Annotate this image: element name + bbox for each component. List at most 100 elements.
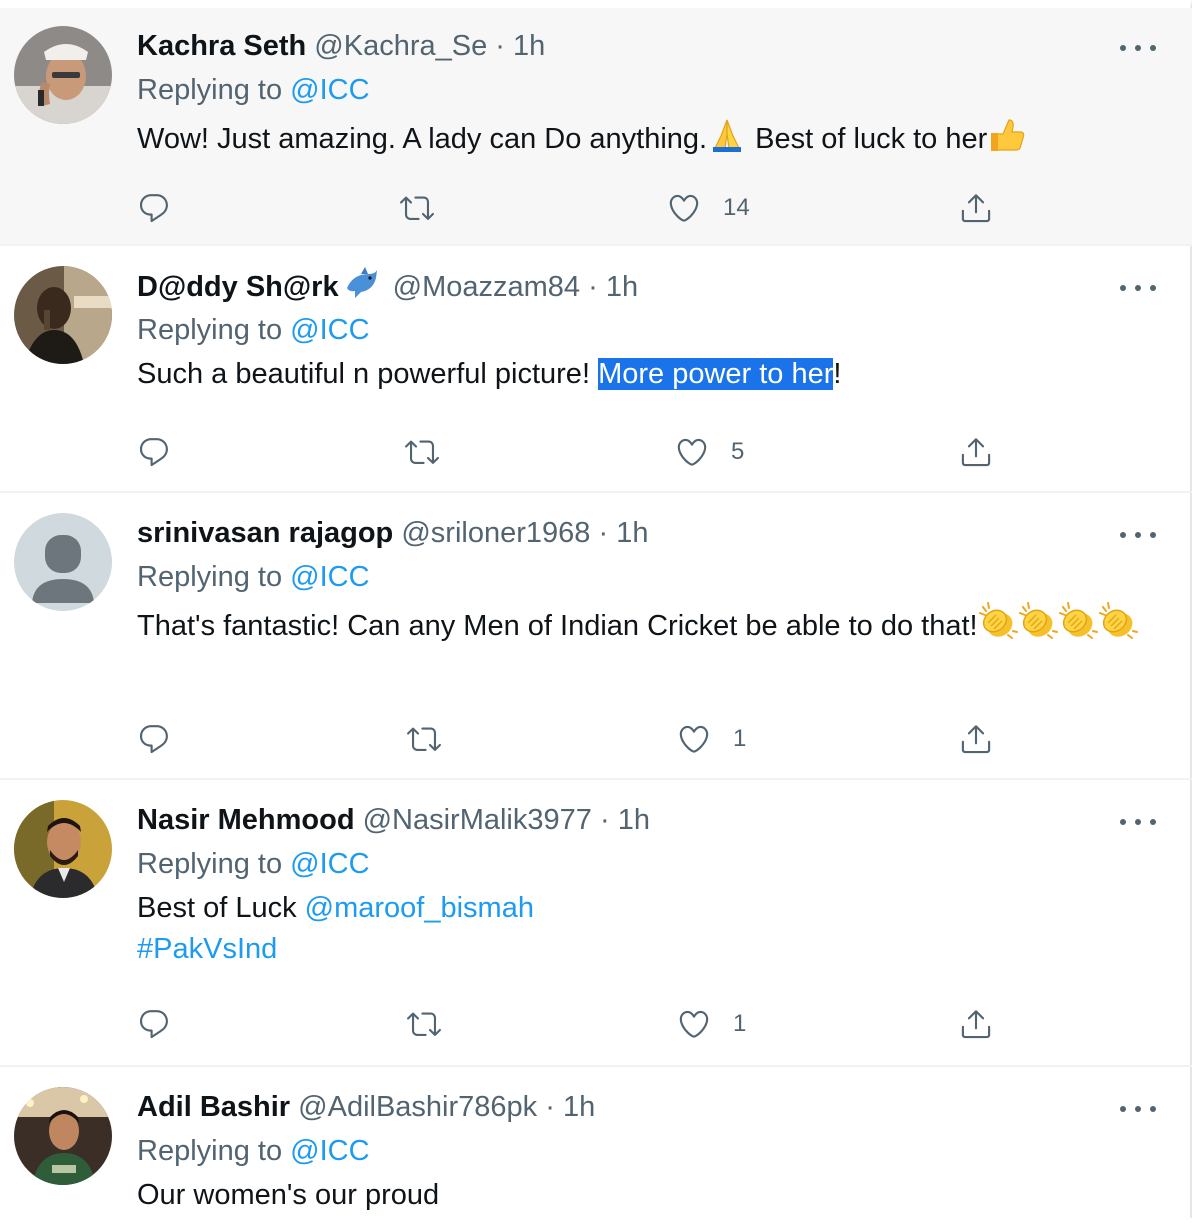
replying-to-label: Replying to bbox=[137, 561, 291, 593]
avatar[interactable] bbox=[14, 800, 112, 898]
retweet-icon bbox=[405, 435, 439, 469]
like-icon bbox=[667, 191, 701, 225]
replying-to: Replying to @ICC bbox=[137, 70, 370, 110]
replying-to-mention[interactable]: @ICC bbox=[290, 1135, 369, 1167]
timestamp[interactable]: 1h bbox=[616, 517, 648, 549]
more-icon[interactable] bbox=[1120, 812, 1156, 832]
reply-button[interactable] bbox=[137, 434, 171, 470]
tweet-text: Wow! Just amazing. A lady can Do anythin… bbox=[137, 114, 1167, 166]
more-icon[interactable] bbox=[1120, 38, 1156, 58]
more-icon[interactable] bbox=[1120, 1099, 1156, 1119]
display-name[interactable]: D@ddy Sh@rk bbox=[137, 271, 339, 303]
timestamp[interactable]: 1h bbox=[513, 30, 545, 62]
avatar[interactable] bbox=[14, 266, 112, 364]
dolphin-emoji bbox=[343, 266, 381, 311]
tweet-actions: 1 bbox=[137, 721, 1017, 757]
more-icon[interactable] bbox=[1120, 278, 1156, 298]
like-icon bbox=[677, 1007, 711, 1041]
tweet-text: That's fantastic! Can any Men of Indian … bbox=[137, 601, 1167, 653]
tweet-text-part: Best of Luck bbox=[137, 892, 305, 924]
replying-to-label: Replying to bbox=[137, 74, 291, 106]
retweet-button[interactable] bbox=[400, 190, 434, 226]
tweet-card[interactable]: srinivasan rajagop @sriloner1968 · 1h Re… bbox=[0, 495, 1192, 780]
user-handle[interactable]: @Moazzam84 bbox=[393, 271, 580, 303]
tweet-text: Our women's our proud bbox=[137, 1175, 1167, 1216]
replying-to-mention[interactable]: @ICC bbox=[290, 74, 369, 106]
tweet-header: Kachra Seth @Kachra_Se · 1h bbox=[137, 26, 545, 66]
tweet-text-part: ! bbox=[833, 358, 842, 390]
like-icon bbox=[677, 722, 711, 756]
user-handle[interactable]: @NasirMalik3977 bbox=[363, 804, 592, 836]
mention-link[interactable]: @maroof_bismah bbox=[305, 892, 534, 924]
share-button[interactable] bbox=[959, 721, 993, 757]
like-count: 1 bbox=[733, 725, 747, 752]
separator-dot: · bbox=[545, 1091, 555, 1123]
tweet-card[interactable]: D@ddy Sh@rk @Moazzam84 · 1h Replying to … bbox=[0, 248, 1192, 493]
tweet-header: Nasir Mehmood @NasirMalik3977 · 1h bbox=[137, 800, 650, 840]
user-handle[interactable]: @Kachra_Se bbox=[314, 30, 487, 62]
share-button[interactable] bbox=[959, 434, 993, 470]
tweet-header: srinivasan rajagop @sriloner1968 · 1h bbox=[137, 513, 648, 553]
like-button[interactable]: 1 bbox=[677, 1006, 746, 1042]
timestamp[interactable]: 1h bbox=[606, 271, 638, 303]
share-icon bbox=[959, 435, 993, 469]
tweet-actions: 5 bbox=[137, 434, 1017, 470]
avatar[interactable] bbox=[14, 26, 112, 124]
timestamp[interactable]: 1h bbox=[618, 804, 650, 836]
like-button[interactable]: 5 bbox=[675, 434, 744, 470]
replying-to-mention[interactable]: @ICC bbox=[290, 848, 369, 880]
replying-to: Replying to @ICC bbox=[137, 1131, 370, 1171]
share-icon bbox=[959, 1007, 993, 1041]
reply-icon bbox=[137, 435, 171, 469]
tweet-card[interactable]: Nasir Mehmood @NasirMalik3977 · 1h Reply… bbox=[0, 782, 1192, 1067]
display-name[interactable]: Kachra Seth bbox=[137, 30, 306, 62]
user-handle[interactable]: @sriloner1968 bbox=[401, 517, 590, 549]
share-button[interactable] bbox=[959, 190, 993, 226]
clapping-hands-emoji bbox=[1098, 601, 1138, 653]
reply-button[interactable] bbox=[137, 1006, 171, 1042]
replying-to-mention[interactable]: @ICC bbox=[290, 561, 369, 593]
folded-hands-emoji bbox=[707, 114, 747, 166]
replying-to: Replying to @ICC bbox=[137, 310, 370, 350]
like-button[interactable]: 14 bbox=[667, 190, 750, 226]
replying-to-label: Replying to bbox=[137, 314, 291, 346]
share-icon bbox=[959, 722, 993, 756]
like-count: 1 bbox=[733, 1010, 747, 1037]
reply-button[interactable] bbox=[137, 721, 171, 757]
reply-icon bbox=[137, 1007, 171, 1041]
like-button[interactable]: 1 bbox=[677, 721, 746, 757]
timestamp[interactable]: 1h bbox=[563, 1091, 595, 1123]
tweet-text-part: Wow! Just amazing. A lady can Do anythin… bbox=[137, 123, 708, 155]
tweet-text-part: That's fantastic! Can any Men of Indian … bbox=[137, 610, 978, 642]
avatar[interactable] bbox=[14, 1087, 112, 1185]
clapping-hands-emoji bbox=[978, 601, 1018, 653]
separator-dot: · bbox=[598, 517, 609, 549]
like-icon bbox=[675, 435, 709, 469]
replying-to-mention[interactable]: @ICC bbox=[290, 314, 369, 346]
more-icon[interactable] bbox=[1120, 525, 1156, 545]
tweet-text-part: Best of luck to her bbox=[747, 123, 988, 155]
separator-dot: · bbox=[588, 271, 598, 304]
separator-dot: · bbox=[599, 804, 610, 836]
reply-icon bbox=[137, 191, 171, 225]
reply-button[interactable] bbox=[137, 190, 171, 226]
replying-to: Replying to @ICC bbox=[137, 557, 370, 597]
tweet-header: D@ddy Sh@rk @Moazzam84 · 1h bbox=[137, 266, 638, 311]
retweet-button[interactable] bbox=[405, 434, 439, 470]
tweet-card[interactable]: Kachra Seth @Kachra_Se · 1h Replying to … bbox=[0, 8, 1192, 246]
selected-text: More power to her bbox=[598, 358, 834, 390]
share-button[interactable] bbox=[959, 1006, 993, 1042]
display-name[interactable]: Adil Bashir bbox=[137, 1091, 290, 1123]
replying-to: Replying to @ICC bbox=[137, 844, 370, 884]
avatar[interactable] bbox=[14, 513, 112, 611]
display-name[interactable]: srinivasan rajagop bbox=[137, 517, 393, 549]
user-handle[interactable]: @AdilBashir786pk bbox=[298, 1091, 537, 1123]
retweet-button[interactable] bbox=[407, 721, 441, 757]
like-count: 5 bbox=[731, 438, 745, 465]
tweet-actions: 1 bbox=[137, 1006, 1017, 1042]
hashtag-link[interactable]: #PakVsInd bbox=[137, 933, 277, 965]
retweet-button[interactable] bbox=[407, 1006, 441, 1042]
tweet-text-part: Our women's our proud bbox=[137, 1179, 440, 1211]
tweet-card[interactable]: Adil Bashir @AdilBashir786pk · 1h Replyi… bbox=[0, 1069, 1192, 1226]
display-name[interactable]: Nasir Mehmood bbox=[137, 804, 355, 836]
